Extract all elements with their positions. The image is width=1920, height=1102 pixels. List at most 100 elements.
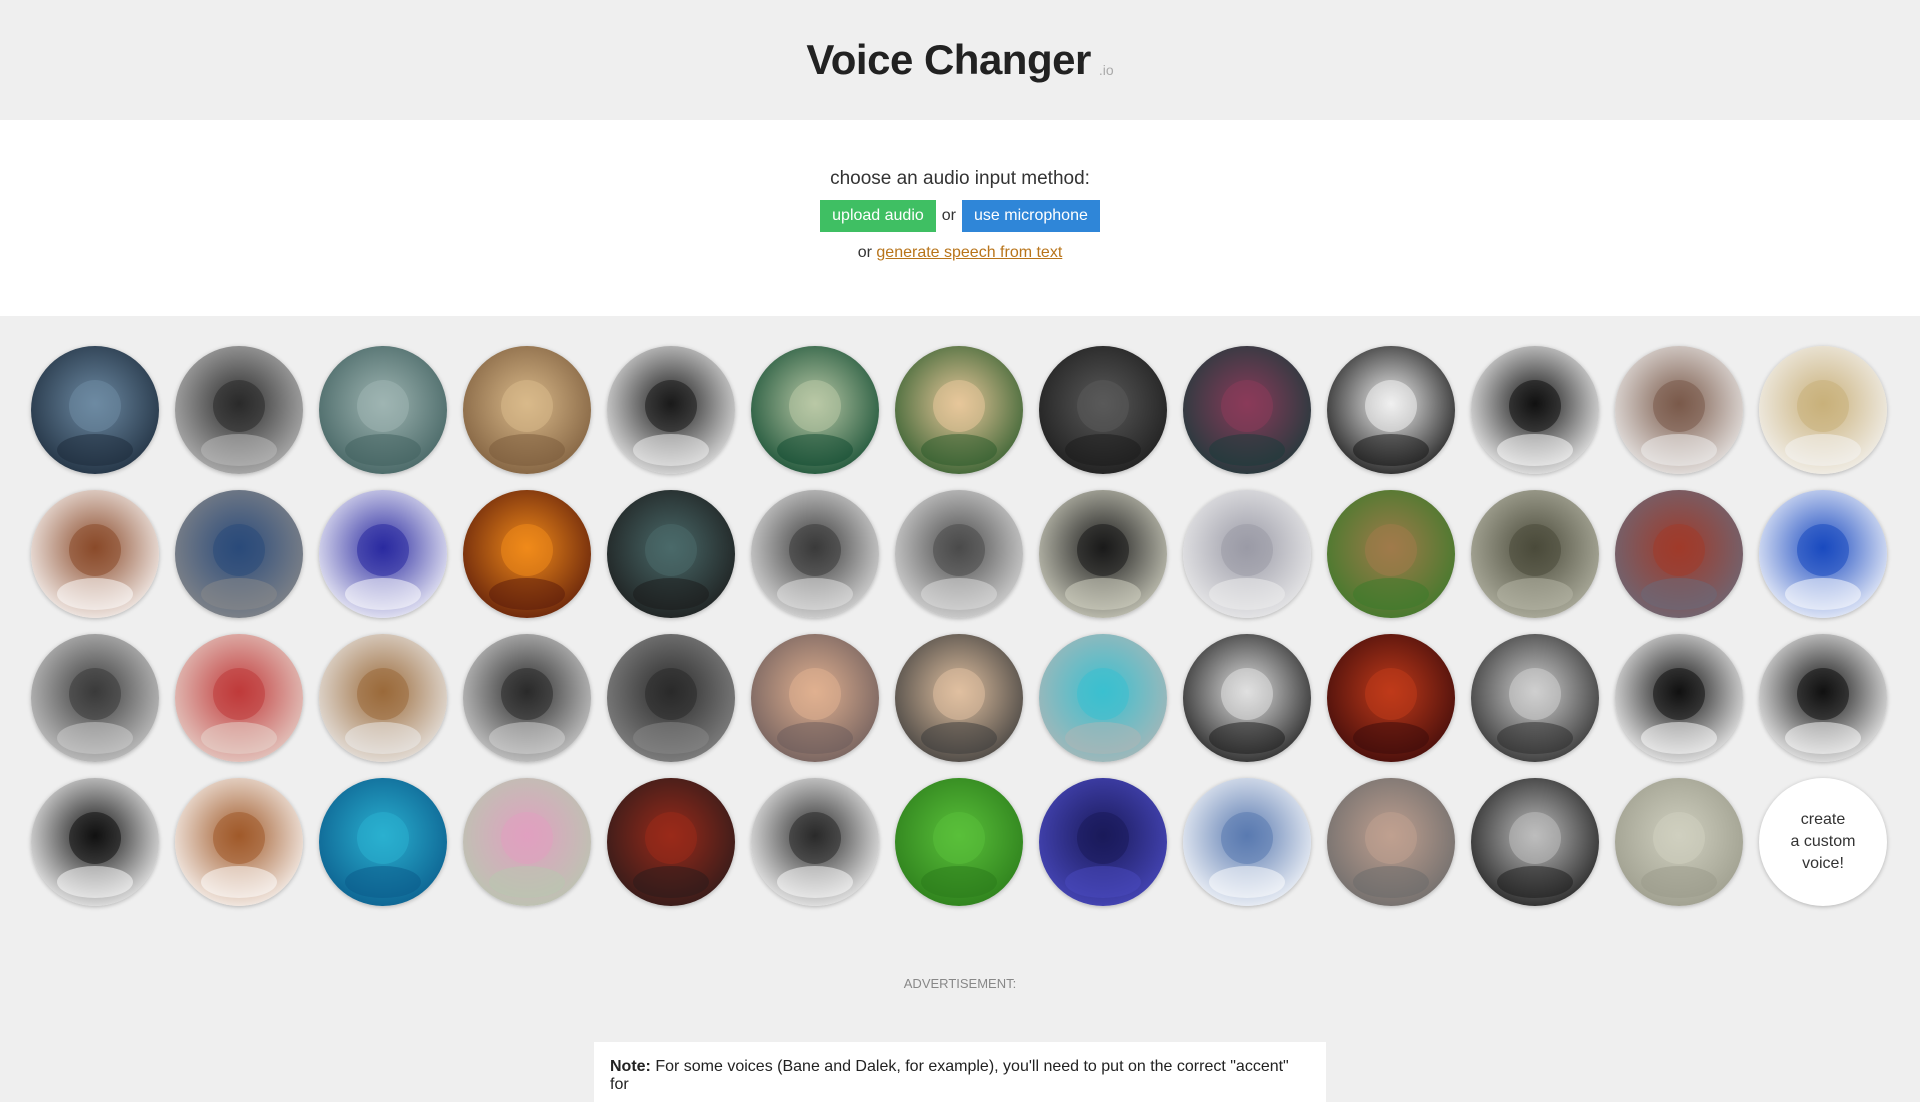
bane-voice-image (1327, 778, 1455, 906)
toy-robot-voice-icon[interactable] (1039, 490, 1167, 618)
chipmunk-voice-icon[interactable] (175, 778, 303, 906)
use-microphone-button[interactable]: use microphone (962, 200, 1100, 232)
diver-voice-icon[interactable] (319, 778, 447, 906)
bell-telephone-voice-icon[interactable] (463, 634, 591, 762)
tuning-knob-voice-image (1615, 778, 1743, 906)
melting-clock-voice-image (895, 346, 1023, 474)
russian-voice-icon[interactable] (751, 634, 879, 762)
white-robot-voice-image (751, 490, 879, 618)
chipmunk-voice-image (175, 778, 303, 906)
bane-voice-icon[interactable] (1327, 778, 1455, 906)
sonic-voice-image (1759, 490, 1887, 618)
sonic-voice-icon[interactable] (1759, 490, 1887, 618)
old-radio-voice-icon[interactable] (1615, 346, 1743, 474)
tts-row: or generate speech from text (858, 244, 1063, 262)
soldier-radio-voice-image (31, 634, 159, 762)
alien-voice-icon[interactable] (751, 346, 879, 474)
anonymous-mask-voice-icon[interactable] (1327, 346, 1455, 474)
melting-clock-voice-icon[interactable] (895, 346, 1023, 474)
tortoise-voice-icon[interactable] (1471, 490, 1599, 618)
note-label: Note: (610, 1058, 651, 1075)
grey-robot-voice-image (1039, 634, 1167, 762)
reversed-clock-voice-icon[interactable] (1471, 346, 1599, 474)
retro-computer-voice-image (463, 778, 591, 906)
cave-voice-icon[interactable] (607, 490, 735, 618)
mosquito-voice-image (895, 778, 1023, 906)
guitar-pedal-voice-icon[interactable] (175, 490, 303, 618)
dark-alien-voice-icon[interactable] (1039, 346, 1167, 474)
snail-voice-icon[interactable] (1327, 490, 1455, 618)
cymbal-voice-icon[interactable] (1759, 346, 1887, 474)
balrog-voice-icon[interactable] (463, 490, 591, 618)
dalek-voice-image (31, 490, 159, 618)
retro-computer-voice-icon[interactable] (463, 778, 591, 906)
dark-alien-voice-image (1039, 346, 1167, 474)
snail-voice-image (1327, 490, 1455, 618)
sine-wave-voice-icon[interactable] (319, 490, 447, 618)
transformer-voice-image (1039, 778, 1167, 906)
input-prompt: choose an audio input method: (830, 168, 1090, 189)
jackie-chan-voice-icon[interactable] (895, 634, 1023, 762)
sauron-voice-icon[interactable] (607, 634, 735, 762)
dalek-voice-icon[interactable] (31, 490, 159, 618)
cyborg-voice-icon[interactable] (1183, 346, 1311, 474)
monster-voice-image (31, 346, 159, 474)
playing-cards-voice-icon[interactable] (175, 634, 303, 762)
mosquito-voice-icon[interactable] (895, 778, 1023, 906)
alt-or-text: or (857, 244, 872, 261)
monster-voice-icon[interactable] (31, 346, 159, 474)
demon-voice-icon[interactable] (1327, 634, 1455, 762)
anonymous-mask-voice-image (1327, 346, 1455, 474)
telephone-voice-icon[interactable] (607, 346, 735, 474)
telephone-voice-image (607, 346, 735, 474)
cave-voice-image (607, 490, 735, 618)
ghost-voice-icon[interactable] (319, 346, 447, 474)
transformer-voice-icon[interactable] (1039, 778, 1167, 906)
astronaut-voice-image (1471, 634, 1599, 762)
many-down-arrows-voice-image (1759, 634, 1887, 762)
down-arrows-voice-image (1615, 634, 1743, 762)
white-robot-voice-icon[interactable] (751, 490, 879, 618)
soldier-radio-voice-icon[interactable] (31, 634, 159, 762)
down-arrows-voice-icon[interactable] (1615, 634, 1743, 762)
sauron-voice-image (607, 634, 735, 762)
create-custom-voice-button[interactable]: create a custom voice! (1759, 778, 1887, 906)
sine-wave-voice-image (319, 490, 447, 618)
grey-robot-voice-icon[interactable] (1039, 634, 1167, 762)
or-text: or (941, 207, 957, 224)
cathedral-voice-icon[interactable] (463, 346, 591, 474)
cathedral-voice-image (463, 346, 591, 474)
red-robot-voice-image (607, 778, 735, 906)
alien-voice-image (751, 346, 879, 474)
upload-audio-button[interactable]: upload audio (820, 200, 936, 232)
white-robot-2-voice-icon[interactable] (895, 490, 1023, 618)
bell-telephone-voice-image (463, 634, 591, 762)
generate-speech-link[interactable]: generate speech from text (876, 244, 1062, 261)
lego-robot-voice-image (1183, 490, 1311, 618)
audio-input-panel: choose an audio input method: upload aud… (0, 120, 1920, 316)
kirobo-robot-voice-icon[interactable] (1183, 634, 1311, 762)
red-robot-voice-icon[interactable] (607, 778, 735, 906)
astronaut-voice-icon[interactable] (1471, 634, 1599, 762)
megaphone-voice-image (1183, 778, 1311, 906)
up-arrows-voice-icon[interactable] (31, 778, 159, 906)
toy-robot-voice-image (1039, 490, 1167, 618)
microphone-voice-icon[interactable] (1471, 778, 1599, 906)
megaphone-voice-icon[interactable] (1183, 778, 1311, 906)
advertisement-label: ADVERTISEMENT: (903, 976, 1017, 991)
guitar-pedal-voice-image (175, 490, 303, 618)
wooden-speaker-voice-icon[interactable] (319, 634, 447, 762)
wooden-speaker-voice-image (319, 634, 447, 762)
up-arrows-voice-image (31, 778, 159, 906)
radio-speaker-voice-icon[interactable] (175, 346, 303, 474)
russian-voice-image (751, 634, 879, 762)
note-text: For some voices (Bane and Dalek, for exa… (610, 1058, 1289, 1093)
lego-robot-voice-icon[interactable] (1183, 490, 1311, 618)
microphone-voice-image (1471, 778, 1599, 906)
coiled-cable-voice-icon[interactable] (751, 778, 879, 906)
radio-speaker-voice-image (175, 346, 303, 474)
sprinter-voice-icon[interactable] (1615, 490, 1743, 618)
many-down-arrows-voice-icon[interactable] (1759, 634, 1887, 762)
tuning-knob-voice-icon[interactable] (1615, 778, 1743, 906)
white-robot-2-voice-image (895, 490, 1023, 618)
